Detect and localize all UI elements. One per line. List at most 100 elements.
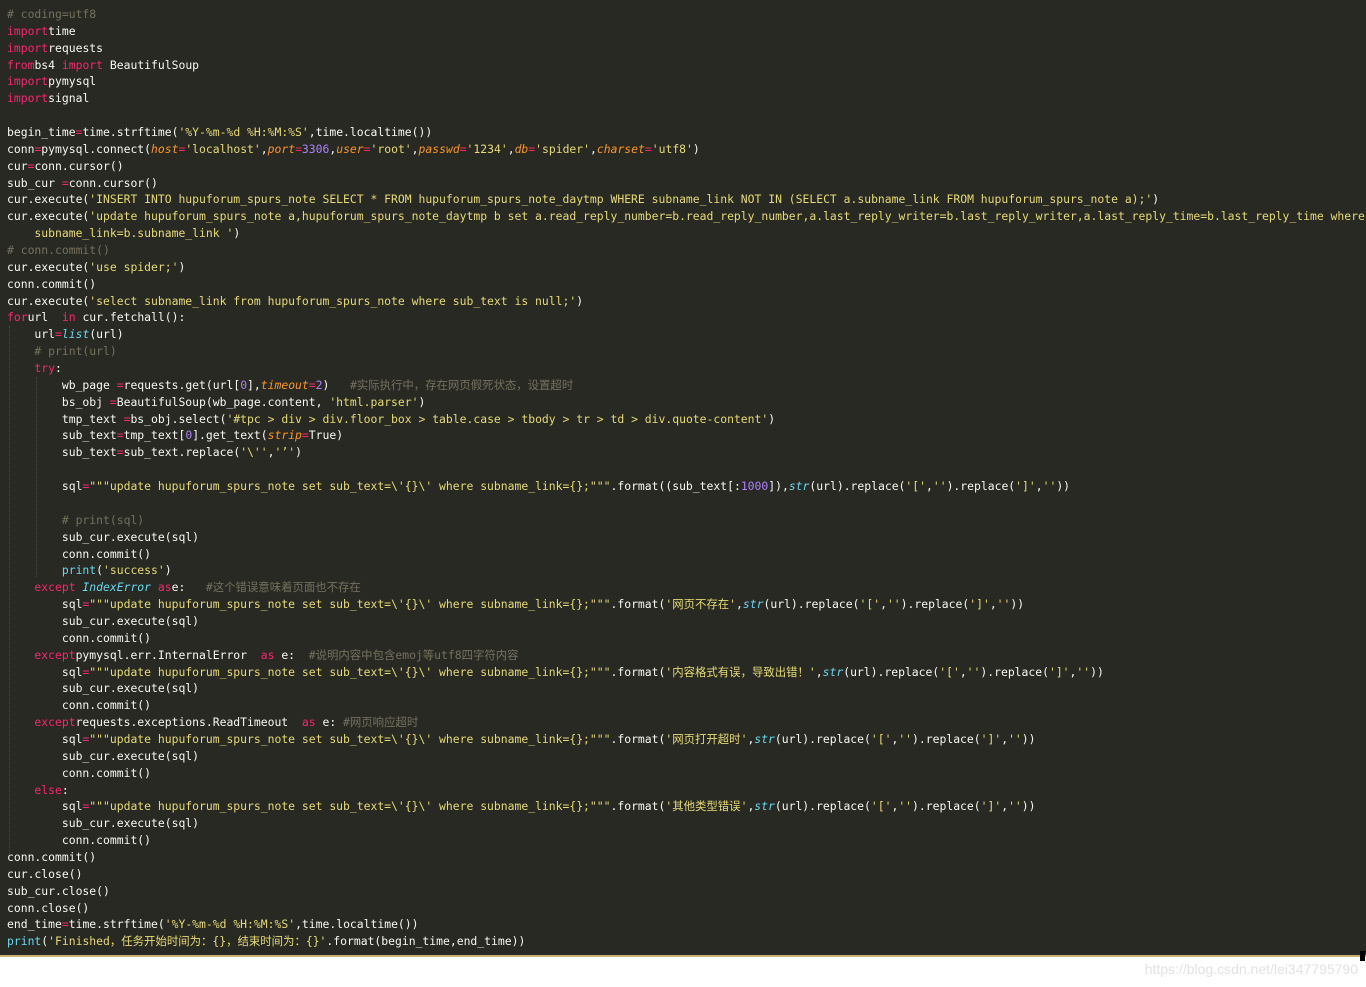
code-token: as [151, 580, 172, 595]
code-token: charset [596, 141, 645, 156]
code-line: try: [7, 360, 1366, 377]
code-line: print('success') [7, 562, 1366, 579]
code-token: cur.execute( [7, 192, 90, 207]
code-token: sub_text.replace( [123, 445, 241, 460]
code-token: = [61, 917, 69, 932]
code-token: , [926, 479, 933, 494]
code-token: passwd [418, 141, 460, 156]
code-token: sql [7, 731, 83, 746]
indent-guide [9, 326, 10, 854]
code-token: : [61, 782, 69, 797]
code-token: conn.commit() [7, 630, 152, 645]
code-line: conn.commit() [7, 765, 1366, 782]
code-token: = [109, 394, 117, 409]
code-token: ) [768, 411, 776, 426]
code-line: conn=pymysql.connect(host='localhost',po… [7, 141, 1366, 158]
code-token: as [295, 715, 323, 730]
code-line: url=list(url) [7, 326, 1366, 343]
code-token: time.strftime( [82, 125, 179, 140]
code-token: cur.close() [7, 866, 83, 881]
code-token: bs_obj.select( [130, 411, 227, 426]
code-area[interactable]: # coding=utf8 importtime importrequests fro… [7, 6, 1366, 950]
code-token: ).replace( [980, 664, 1049, 679]
code-token: '' [1008, 731, 1022, 746]
code-token: #说明内容中包含emoj等utf8四字符内容 [308, 647, 519, 662]
code-token: url [27, 310, 56, 325]
code-token: signal [48, 91, 90, 106]
code-token: '’' [274, 445, 296, 460]
code-token: ) [322, 377, 350, 392]
code-token: '%Y-%m-%d %H:%M:%S' [178, 125, 309, 140]
code-token: '' [898, 799, 913, 814]
code-token: requests.exceptions.ReadTimeout [75, 715, 296, 730]
code-token: '%Y-%m-%d %H:%M:%S' [164, 917, 296, 932]
code-token: #网页响应超时 [343, 715, 419, 730]
code-token: , [880, 597, 887, 612]
code-line: cur.execute('use spider;') [7, 259, 1366, 276]
code-token: conn.commit() [7, 698, 152, 713]
code-token: , [260, 141, 268, 156]
code-token: '其他类型错误' [665, 799, 748, 814]
code-token: 'use spider;' [89, 259, 179, 274]
code-token: except [7, 715, 76, 730]
code-token: )) [1056, 479, 1071, 494]
code-token: e: [322, 715, 344, 730]
code-line: sql="""update hupuforum_spurs_note set s… [7, 731, 1366, 748]
code-token: timeout [260, 377, 309, 392]
code-token: cur.execute( [7, 293, 90, 308]
code-token: '[' [905, 479, 926, 494]
code-token: conn.cursor() [68, 175, 158, 190]
code-token: sql [7, 597, 83, 612]
code-line: # conn.commit() [7, 242, 1366, 259]
code-token: ']' [969, 597, 990, 612]
code-token: conn.commit() [7, 833, 152, 848]
code-token: ) [692, 141, 700, 156]
code-token: = [116, 428, 124, 443]
code-token: sub_text [7, 445, 117, 460]
code-token: else [7, 782, 62, 797]
watermark: https://blog.csdn.net/lei347795790 [1144, 961, 1358, 977]
code-line: conn.commit() [7, 546, 1366, 563]
code-line: bs_obj =BeautifulSoup(wb_page.content, '… [7, 394, 1366, 411]
code-token: conn.close() [7, 900, 90, 915]
code-line: frombs4 import BeautifulSoup [7, 57, 1366, 74]
code-token: import [7, 74, 49, 89]
code-token: time.strftime( [68, 917, 165, 932]
code-token: sub_cur.execute(sql) [7, 748, 200, 763]
code-token: '内容格式有误，导致出错！' [665, 664, 816, 679]
code-token: ].get_text( [192, 428, 268, 443]
code-token: tmp_text [7, 411, 124, 426]
code-line: sub_cur.execute(sql) [7, 529, 1366, 546]
code-token: .format( [610, 664, 666, 679]
code-token: """update hupuforum_spurs_note set sub_t… [89, 799, 611, 814]
code-editor[interactable]: # coding=utf8 importtime importrequests fro… [0, 0, 1366, 957]
code-token: e: [171, 580, 206, 595]
code-token: )) [1010, 597, 1025, 612]
code-token: (url).replace( [763, 597, 860, 612]
code-token: '' [1076, 664, 1091, 679]
code-token: cur.fetchall(): [82, 310, 186, 325]
code-line: conn.commit() [7, 630, 1366, 647]
code-token: = [363, 141, 371, 156]
code-line: forurl in cur.fetchall(): [7, 309, 1366, 326]
code-token: ,time.localtime()) [295, 917, 419, 932]
code-token: end_time [7, 917, 62, 932]
code-token: wb_page [7, 377, 117, 392]
code-token: , [959, 664, 967, 679]
code-token: 'localhost' [185, 141, 261, 156]
code-token: sql [7, 799, 83, 814]
code-token: in [55, 310, 83, 325]
code-token: BeautifulSoup [109, 57, 200, 72]
code-token: db [514, 141, 529, 156]
code-token: ).replace( [912, 731, 981, 746]
code-token: '[' [939, 664, 960, 679]
code-line: importtime [7, 23, 1366, 40]
code-token: '网页打开超时' [665, 731, 748, 746]
code-token: str [742, 597, 764, 612]
code-token: 3306 [301, 141, 330, 156]
code-token: cur.execute( [7, 209, 90, 224]
code-token: 'root' [370, 141, 412, 156]
code-token: e: [281, 647, 309, 662]
code-token: sub_text [7, 428, 117, 443]
code-token: 'update hupuforum_spurs_note a,hupuforum… [89, 209, 1366, 224]
